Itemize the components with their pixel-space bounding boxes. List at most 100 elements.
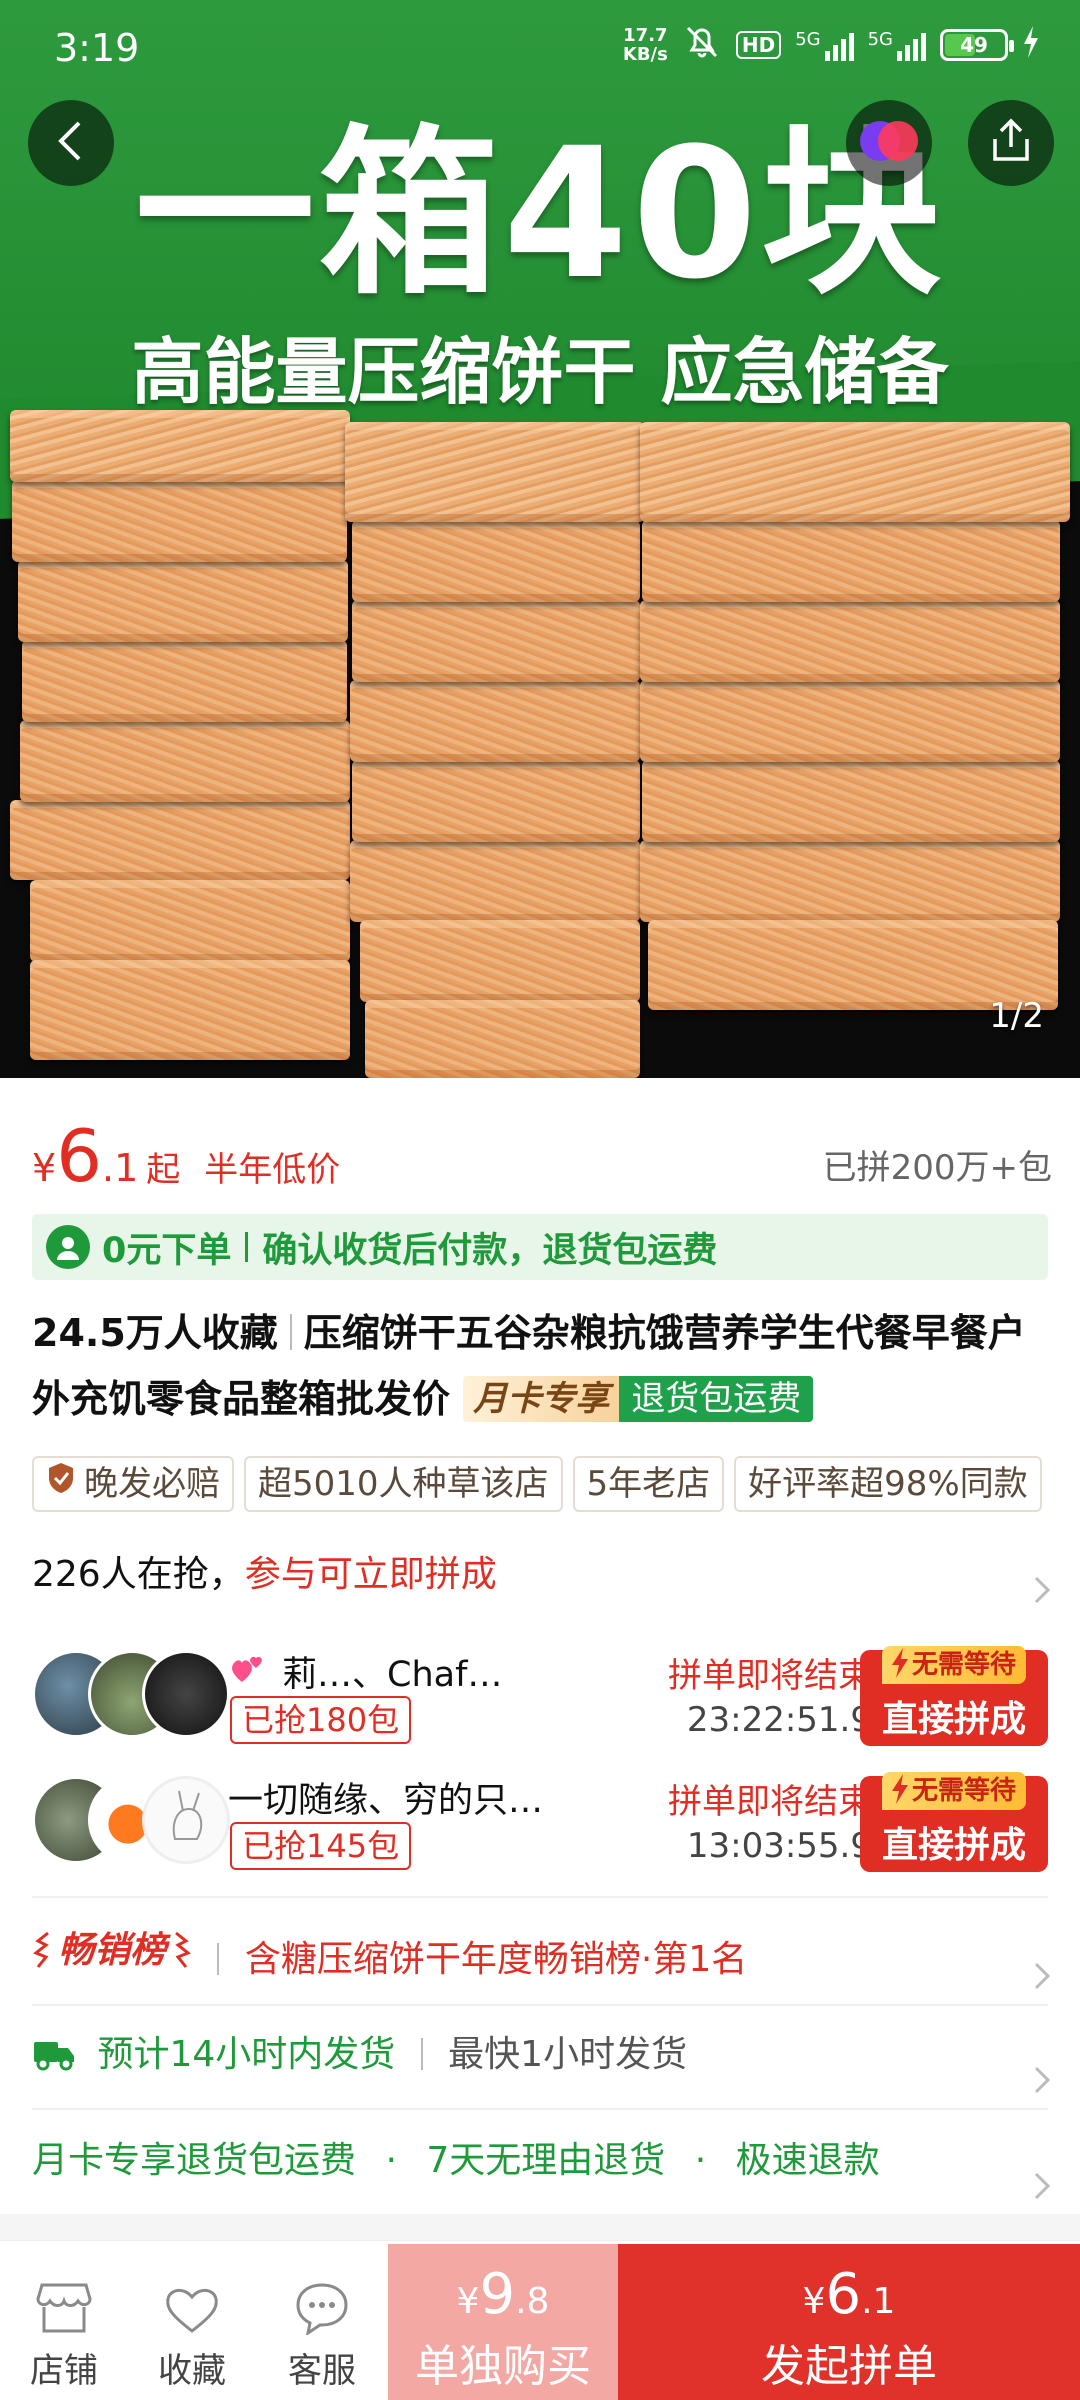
price-tag: 半年低价	[204, 1150, 341, 1190]
ending-soon-label: 拼单即将结束	[668, 1656, 872, 1696]
group-price: ¥ 6 .1 起 半年低价	[32, 1116, 340, 1196]
service-return-shipping: 月卡专享退货包运费	[32, 2140, 357, 2181]
hero-subtitle: 高能量压缩饼干 应急储备	[131, 330, 949, 414]
group-buy-price: ¥6.1	[618, 2260, 1080, 2337]
hearts-button[interactable]	[846, 100, 932, 186]
single-price-decimal: .8	[515, 2281, 550, 2322]
join-group-button[interactable]: 无需等待 直接拼成	[860, 1772, 1048, 1872]
no-wait-label: 无需等待	[912, 1776, 1017, 1806]
return-shipping-chip: 退货包运费	[619, 1376, 814, 1422]
avatar	[142, 1776, 230, 1864]
collect-label: 收藏	[158, 2351, 226, 2391]
signal-5g-label-2: 5G	[867, 28, 893, 50]
signal-5g-label: 5G	[795, 28, 821, 50]
biscuit-stack-image	[0, 410, 1080, 1078]
join-group-label: 直接拼成	[881, 1825, 1026, 1866]
store-tags[interactable]: 晚发必赔 超5010人种草该店 5年老店 好评率超98%同款	[32, 1456, 1080, 1512]
service-dot: ·	[694, 2140, 707, 2181]
tag-late-compensation[interactable]: 晚发必赔	[32, 1456, 234, 1512]
divider	[217, 1943, 220, 1975]
promo-zero-order: 0元下单	[102, 1230, 232, 1271]
ranking-row[interactable]: 畅销榜 含糖压缩饼干年度畅销榜·第1名	[32, 1906, 1052, 1996]
start-group-label: 发起拼单	[761, 2341, 937, 2392]
chevron-right-icon	[1032, 1560, 1052, 1630]
tag-fans[interactable]: 超5010人种草该店	[244, 1456, 563, 1512]
network-speed-unit: KB/s	[622, 43, 668, 65]
hd-icon: HD	[735, 30, 782, 59]
service-dot: ·	[385, 2140, 397, 2181]
customer-service-label: 客服	[288, 2351, 356, 2391]
grabbed-count-badge: 已抢145包	[230, 1822, 412, 1870]
no-wait-label: 无需等待	[912, 1650, 1017, 1680]
shipping-fastest: 最快1小时发货	[448, 2034, 688, 2075]
service-fast-refund: 极速退款	[735, 2140, 880, 2181]
promo-text: 确认收货后付款，退货包运费	[262, 1230, 718, 1271]
pay-later-icon	[46, 1225, 90, 1269]
group-buy-row[interactable]: 一切随缘、穷的只… 已抢145包 拼单即将结束 13:03:55.9 无需等待 …	[32, 1766, 1052, 1876]
join-group-label: 直接拼成	[881, 1699, 1026, 1740]
tag-store-age[interactable]: 5年老店	[572, 1456, 725, 1512]
section-spacer	[0, 2214, 1080, 2240]
battery-level: 49	[960, 32, 988, 57]
promo-divider	[245, 1232, 249, 1262]
promo-bar[interactable]: 0元下单 确认收货后付款，退货包运费	[32, 1214, 1048, 1280]
back-button[interactable]	[28, 100, 114, 186]
ranking-text: 含糖压缩饼干年度畅销榜·第1名	[244, 1939, 748, 1980]
status-time: 3:19	[54, 26, 140, 70]
price-decimal: .1	[102, 1146, 139, 1190]
group-buy-header[interactable]: 226人在抢，参与可立即拼成	[32, 1540, 1052, 1610]
bestseller-badge: 畅销榜	[32, 1906, 192, 1996]
group-price-integer: 6	[825, 2262, 862, 2327]
overlapping-hearts-icon	[856, 115, 922, 171]
price-row: ¥ 6 .1 起 半年低价 已拼200万+包	[32, 1116, 1052, 1206]
divider	[32, 1896, 1048, 1898]
status-bar: 3:19 17.7 KB/s HD 5G 5G 49	[0, 0, 1080, 96]
image-counter: 1/2	[989, 996, 1044, 1036]
title-divider	[289, 1314, 292, 1350]
tag-label: 好评率超98%同款	[748, 1464, 1028, 1504]
battery-icon: 49	[940, 28, 1014, 61]
tag-label: 超5010人种草该店	[258, 1464, 549, 1504]
share-button[interactable]	[968, 100, 1054, 186]
price-from-label: 起	[146, 1150, 181, 1190]
tag-rating[interactable]: 好评率超98%同款	[734, 1456, 1042, 1512]
divider	[32, 2108, 1048, 2110]
join-group-button[interactable]: 无需等待 直接拼成	[860, 1646, 1048, 1746]
sold-count: 已拼200万+包	[822, 1148, 1052, 1188]
lightning-icon	[890, 1774, 910, 1815]
heart-icon	[132, 2277, 252, 2335]
store-label: 店铺	[30, 2351, 98, 2391]
status-icons: 17.7 KB/s HD 5G 5G 49	[623, 24, 1040, 65]
price-integer: 6	[56, 1114, 102, 1198]
start-group-button[interactable]: ¥6.1 发起拼单	[618, 2244, 1080, 2400]
no-wait-badge: 无需等待	[882, 1772, 1027, 1810]
charging-bolt-icon	[1022, 26, 1040, 63]
service-row[interactable]: 月卡专享退货包运费 · 7天无理由退货 · 极速退款	[32, 2116, 1052, 2206]
divider	[32, 2004, 1048, 2006]
product-page: 一箱40块 高能量压缩饼干 应急储备 1/2 3:19 17.7 KB/s HD…	[0, 0, 1080, 2400]
favorites-count: 24.5万人收藏	[32, 1311, 278, 1355]
shipping-row[interactable]: 预计14小时内发货 最快1小时发货	[32, 2010, 1052, 2100]
shield-check-icon	[46, 1458, 76, 1510]
group-buy-hint: 参与可立即拼成	[244, 1554, 497, 1595]
customer-service-button[interactable]: 客服	[262, 2277, 382, 2392]
shipping-eta: 预计14小时内发货	[97, 2034, 396, 2075]
network-speed-value: 17.7	[623, 24, 668, 46]
buy-single-label: 单独购买	[415, 2341, 591, 2392]
group-price-currency: ¥	[802, 2281, 826, 2322]
single-price-integer: 9	[479, 2262, 516, 2327]
avatar	[142, 1650, 230, 1738]
buy-single-button[interactable]: ¥9.8 单独购买	[388, 2244, 618, 2400]
collect-button[interactable]: 收藏	[132, 2277, 252, 2392]
participant-name: 莉…、Chaf…	[282, 1655, 503, 1695]
store-button[interactable]: 店铺	[4, 2277, 124, 2392]
store-icon	[4, 2277, 124, 2335]
ending-soon-label: 拼单即将结束	[668, 1782, 872, 1822]
signal-5g-icon-2: 5G	[868, 29, 926, 61]
network-speed: 17.7 KB/s	[623, 26, 668, 64]
product-title: 24.5万人收藏 压缩饼干五谷杂粮抗饿营养学生代餐早餐户外充饥零食品整箱批发价 月…	[32, 1300, 1052, 1432]
grabbed-count-badge: 已抢180包	[230, 1696, 412, 1744]
group-buy-row[interactable]: 莉…、Chaf… 已抢180包 拼单即将结束 23:22:51.9 无需等待 直…	[32, 1640, 1052, 1750]
service-7day-return: 7天无理由退货	[426, 2140, 666, 2181]
signal-5g-icon: 5G	[795, 28, 854, 61]
